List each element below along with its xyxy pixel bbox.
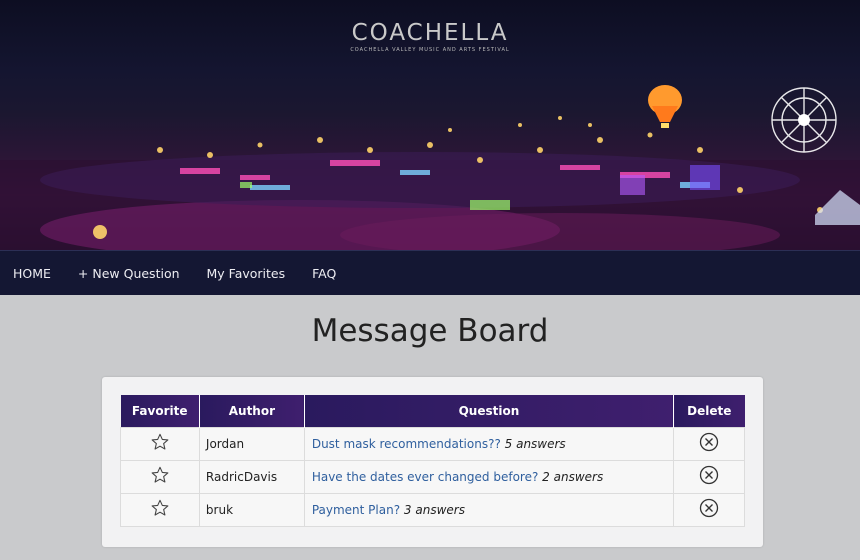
header-favorite: Favorite — [120, 395, 200, 427]
nav-home[interactable]: HOME — [13, 266, 51, 281]
nav-new-question[interactable]: + New Question — [78, 266, 180, 281]
answer-count: 5 answers — [504, 436, 566, 451]
question-cell: Payment Plan? 3 answers — [303, 492, 675, 527]
table-row: bruk Payment Plan? 3 answers — [120, 492, 745, 527]
table-header-row: Favorite Author Question Delete — [120, 395, 745, 427]
circle-x-icon[interactable] — [699, 432, 719, 452]
logo-wordmark: COACHELLA — [351, 20, 509, 46]
circle-x-icon[interactable] — [699, 465, 719, 485]
header-question: Question — [304, 395, 675, 427]
delete-cell — [673, 426, 745, 461]
table-row: RadricDavis Have the dates ever changed … — [120, 459, 745, 494]
hero-banner: COACHELLA COACHELLA VALLEY MUSIC AND ART… — [0, 0, 860, 250]
delete-cell — [673, 492, 745, 527]
circle-x-icon[interactable] — [699, 498, 719, 518]
main-nav: HOME + New Question My Favorites FAQ — [0, 250, 860, 295]
page-title: Message Board — [311, 313, 549, 349]
star-outline-icon[interactable] — [150, 465, 170, 485]
question-cell: Have the dates ever changed before? 2 an… — [303, 459, 675, 494]
star-outline-icon[interactable] — [150, 498, 170, 518]
favorite-cell — [120, 459, 200, 494]
logo-tagline: COACHELLA VALLEY MUSIC AND ARTS FESTIVAL — [350, 47, 510, 53]
question-link[interactable]: Have the dates ever changed before? — [312, 470, 539, 484]
author-cell: Jordan — [198, 426, 305, 461]
message-board-panel: Favorite Author Question Delete Jordan D… — [102, 377, 763, 547]
delete-cell — [673, 459, 745, 494]
star-outline-icon[interactable] — [150, 432, 170, 452]
answer-count: 3 answers — [403, 502, 465, 517]
question-cell: Dust mask recommendations?? 5 answers — [303, 426, 675, 461]
nav-faq[interactable]: FAQ — [312, 266, 336, 281]
favorite-cell — [120, 492, 200, 527]
question-link[interactable]: Payment Plan? — [312, 503, 400, 517]
answer-count: 2 answers — [542, 469, 604, 484]
coachella-logo[interactable]: COACHELLA COACHELLA VALLEY MUSIC AND ART… — [0, 20, 860, 53]
nav-my-favorites[interactable]: My Favorites — [207, 266, 286, 281]
author-cell: RadricDavis — [198, 459, 305, 494]
author-cell: bruk — [198, 492, 305, 527]
question-link[interactable]: Dust mask recommendations?? — [312, 437, 501, 451]
table-row: Jordan Dust mask recommendations?? 5 ans… — [120, 426, 745, 461]
header-author: Author — [199, 395, 305, 427]
favorite-cell — [120, 426, 200, 461]
questions-table: Favorite Author Question Delete Jordan D… — [120, 395, 745, 527]
header-delete: Delete — [673, 395, 745, 427]
